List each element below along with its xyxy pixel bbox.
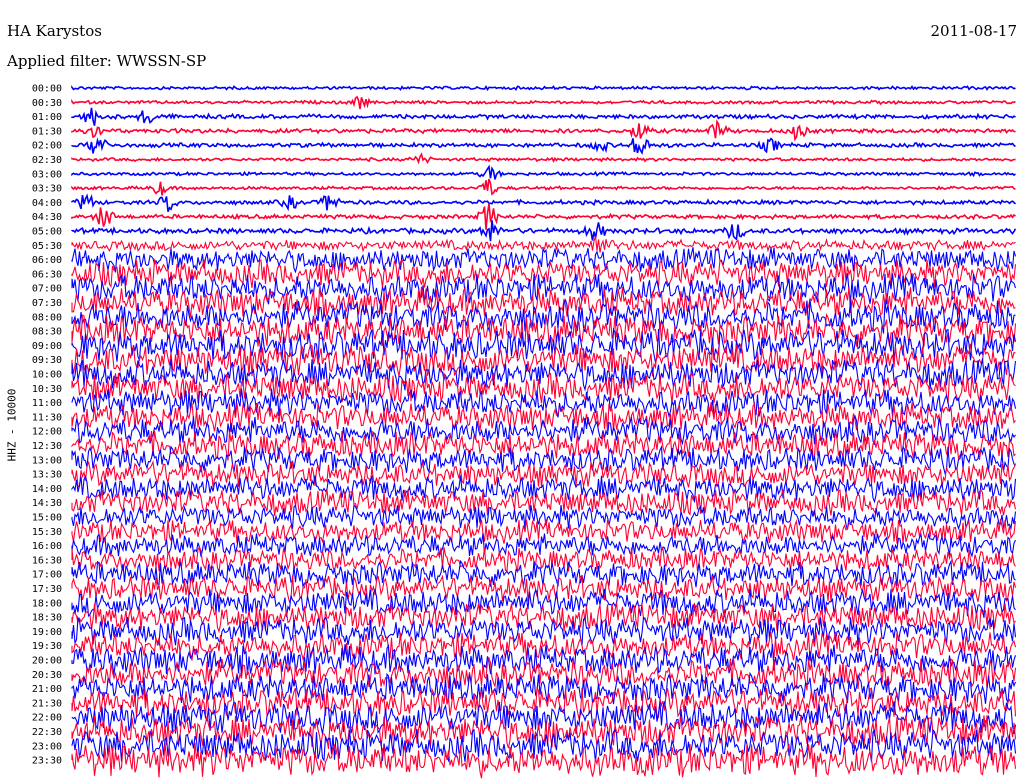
- time-tick-label: 03:00: [32, 169, 62, 180]
- time-tick-label: 22:30: [32, 727, 62, 738]
- trace-line: [71, 414, 1016, 446]
- time-tick-label: 20:30: [32, 670, 62, 681]
- time-tick-label: 20:00: [32, 656, 62, 667]
- time-tick-label: 04:30: [32, 212, 62, 223]
- trace-line: [71, 137, 1016, 155]
- time-tick-label: 02:00: [32, 141, 62, 152]
- time-tick-label: 21:30: [32, 698, 62, 709]
- time-tick-label: 15:00: [32, 513, 62, 524]
- time-tick-label: 08:00: [32, 312, 62, 323]
- time-tick-label: 08:30: [32, 327, 62, 338]
- time-tick-label: 18:30: [32, 613, 62, 624]
- time-tick-label: 05:00: [32, 227, 62, 238]
- time-tick-label: 00:30: [32, 98, 62, 109]
- time-tick-label: 12:00: [32, 427, 62, 438]
- time-tick-label: 19:30: [32, 641, 62, 652]
- time-tick-label: 05:30: [32, 241, 62, 252]
- time-tick-label: 18:00: [32, 598, 62, 609]
- time-tick-label: 23:00: [32, 741, 62, 752]
- time-tick-label: 07:00: [32, 284, 62, 295]
- time-tick-label: 17:30: [32, 584, 62, 595]
- time-tick-label: 12:30: [32, 441, 62, 452]
- trace-line: [71, 460, 1017, 488]
- trace-line: [71, 504, 1017, 531]
- time-tick-label: 01:30: [32, 126, 62, 137]
- time-tick-label: 00:00: [32, 84, 62, 95]
- time-tick-label: 04:00: [32, 198, 62, 209]
- trace-line: [71, 107, 1016, 126]
- time-tick-label: 10:30: [32, 384, 62, 395]
- time-tick-label: 16:30: [32, 555, 62, 566]
- time-tick-label: 09:00: [32, 341, 62, 352]
- trace-line: [71, 119, 1016, 142]
- trace-line: [71, 193, 1017, 212]
- time-tick-label: 06:30: [32, 269, 62, 280]
- trace-line: [71, 95, 1016, 110]
- time-tick-label: 03:30: [32, 184, 62, 195]
- trace-line: [71, 178, 1016, 196]
- time-tick-label: 11:30: [32, 412, 62, 423]
- time-tick-label: 16:00: [32, 541, 62, 552]
- trace-line: [71, 220, 1017, 242]
- time-tick-label: 10:00: [32, 370, 62, 381]
- time-tick-label: 09:30: [32, 355, 62, 366]
- trace-line: [71, 203, 1016, 230]
- trace-line: [71, 164, 1016, 180]
- time-tick-label: 13:00: [32, 455, 62, 466]
- time-tick-label: 14:30: [32, 498, 62, 509]
- trace-line: [71, 84, 1016, 92]
- seismogram-plot: 00:00 00:30 01:00 01:30 02:00 02:30 03:00 03:30…: [32, 84, 1017, 779]
- trace-group: [71, 84, 1017, 779]
- time-tick-label: 17:00: [32, 570, 62, 581]
- time-tick-label: 22:00: [32, 713, 62, 724]
- time-tick-label: 23:30: [32, 756, 62, 767]
- trace-line: [71, 152, 1016, 165]
- time-tick-label: 06:00: [32, 255, 62, 266]
- time-tick-label: 19:00: [32, 627, 62, 638]
- time-tick-label: 02:30: [32, 155, 62, 166]
- time-tick-label: 11:00: [32, 398, 62, 409]
- tick-label-group: 00:00 00:30 01:00 01:30 02:00 02:30 03:00 03:30…: [32, 84, 62, 767]
- time-tick-label: 15:30: [32, 527, 62, 538]
- time-tick-label: 01:00: [32, 112, 62, 123]
- time-tick-label: 07:30: [32, 298, 62, 309]
- time-tick-label: 21:00: [32, 684, 62, 695]
- time-tick-label: 13:30: [32, 470, 62, 481]
- time-tick-label: 14:00: [32, 484, 62, 495]
